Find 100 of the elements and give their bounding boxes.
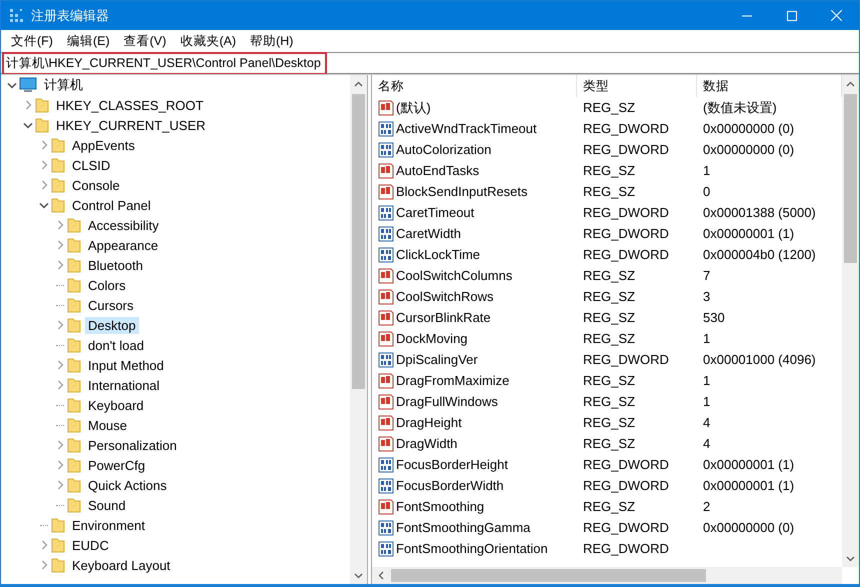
folder-icon [67, 257, 81, 273]
folder-icon [51, 177, 65, 193]
address-field[interactable]: 计算机\HKEY_CURRENT_USER\Control Panel\Desktop [1, 52, 859, 74]
expand-chevron-icon[interactable] [40, 140, 48, 150]
tree-item[interactable]: Desktop [85, 316, 139, 334]
expand-chevron-icon[interactable] [56, 260, 64, 270]
value-type: REG_SZ [583, 436, 636, 451]
tree-item[interactable]: Mouse [85, 416, 130, 434]
scroll-up-icon[interactable] [354, 80, 363, 86]
tree-item[interactable]: Input Method [85, 356, 167, 374]
string-value-icon [378, 498, 394, 514]
value-data: 0x00000001 (1) [703, 478, 794, 493]
value-name: CoolSwitchColumns [396, 268, 512, 283]
menu-item[interactable]: 帮助(H) [242, 31, 300, 51]
folder-icon [67, 217, 81, 233]
menu-item[interactable]: 编辑(E) [60, 31, 117, 51]
scroll-left-icon[interactable] [378, 571, 384, 580]
scrollbar[interactable] [842, 75, 859, 567]
value-name: DragFullWindows [396, 394, 498, 409]
tree-item[interactable]: 计算机 [41, 75, 86, 95]
tree-item[interactable]: CLSID [69, 156, 114, 174]
value-name: FocusBorderHeight [396, 457, 508, 472]
value-name: DpiScalingVer [396, 352, 478, 367]
value-data: 0 [703, 184, 710, 199]
tree-item[interactable]: Environment [69, 516, 148, 534]
tree-item[interactable]: Quick Actions [85, 476, 170, 494]
value-name: FocusBorderWidth [396, 478, 504, 493]
value-name: AutoColorization [396, 142, 492, 157]
value-type: REG_SZ [583, 499, 636, 514]
value-name: FontSmoothingGamma [396, 520, 530, 535]
value-data: 3 [703, 289, 710, 304]
tree-item[interactable]: PowerCfg [85, 456, 148, 474]
tree-item[interactable]: Colors [85, 276, 129, 294]
binary-value-icon [378, 246, 394, 262]
binary-value-icon [378, 478, 394, 494]
scroll-up-icon[interactable] [846, 80, 855, 86]
expand-chevron-icon[interactable] [40, 560, 48, 570]
folder-icon [51, 517, 65, 533]
value-data: 0x000004b0 (1200) [703, 247, 816, 262]
scrollbar[interactable] [350, 75, 367, 584]
tree-item[interactable]: International [85, 376, 163, 394]
folder-icon [51, 197, 65, 213]
scroll-down-icon[interactable] [846, 556, 855, 562]
maximize-icon [786, 10, 796, 20]
tree-item[interactable]: Appearance [85, 236, 162, 254]
tree-item[interactable]: don't load [85, 336, 147, 354]
expand-chevron-icon[interactable] [56, 220, 64, 230]
folder-icon [67, 437, 81, 453]
collapse-chevron-icon[interactable] [7, 82, 17, 88]
column-header[interactable]: 类型 [577, 75, 697, 97]
tree-item[interactable]: Sound [85, 496, 129, 514]
expand-chevron-icon[interactable] [24, 100, 32, 110]
menu-item[interactable]: 文件(F) [4, 31, 60, 51]
horizontal-scrollbar[interactable] [372, 567, 842, 584]
tree-item[interactable]: Control Panel [69, 196, 154, 214]
tree-item[interactable]: Bluetooth [85, 256, 146, 274]
scroll-down-icon[interactable] [354, 572, 363, 578]
menu-item[interactable]: 收藏夹(A) [173, 31, 243, 51]
tree-item[interactable]: EUDC [69, 536, 112, 554]
value-name: DragHeight [396, 415, 462, 430]
expand-chevron-icon[interactable] [40, 160, 48, 170]
value-type: REG_DWORD [583, 121, 669, 136]
binary-value-icon [378, 204, 394, 220]
value-type: REG_SZ [583, 289, 636, 304]
expand-chevron-icon[interactable] [40, 180, 48, 190]
value-type: REG_DWORD [583, 457, 669, 472]
expand-chevron-icon[interactable] [56, 380, 64, 390]
column-header[interactable]: 名称 [372, 75, 577, 97]
folder-icon [67, 237, 81, 253]
value-type: REG_DWORD [583, 205, 669, 220]
tree-item[interactable]: Accessibility [85, 216, 162, 234]
expand-chevron-icon[interactable] [40, 540, 48, 550]
value-type: REG_SZ [583, 373, 636, 388]
value-name: DragWidth [396, 436, 458, 451]
expand-chevron-icon[interactable] [56, 460, 64, 470]
string-value-icon [378, 310, 394, 326]
value-name: FontSmoothingOrientation [396, 541, 548, 556]
tree-item[interactable]: Console [69, 176, 123, 194]
expand-chevron-icon[interactable] [56, 240, 64, 250]
expand-chevron-icon[interactable] [56, 440, 64, 450]
collapse-chevron-icon[interactable] [39, 202, 49, 208]
tree-item[interactable]: Keyboard Layout [69, 556, 174, 574]
expand-chevron-icon[interactable] [56, 320, 64, 330]
tree-item[interactable]: HKEY_CLASSES_ROOT [53, 96, 206, 114]
folder-icon [67, 297, 81, 313]
tree-item[interactable]: Cursors [85, 296, 137, 314]
expand-chevron-icon[interactable] [56, 360, 64, 370]
value-data: 0x00000000 (0) [703, 142, 794, 157]
folder-icon [35, 97, 49, 113]
value-data: 0x00000001 (1) [703, 457, 794, 472]
value-data: 0x00000001 (1) [703, 226, 794, 241]
collapse-chevron-icon[interactable] [23, 122, 33, 128]
menu-item[interactable]: 查看(V) [116, 31, 174, 51]
string-value-icon [378, 162, 394, 178]
expand-chevron-icon[interactable] [56, 480, 64, 490]
tree-item[interactable]: Personalization [85, 436, 180, 454]
string-value-icon [378, 268, 394, 284]
tree-item[interactable]: HKEY_CURRENT_USER [53, 116, 209, 134]
tree-item[interactable]: Keyboard [85, 396, 147, 414]
tree-item[interactable]: AppEvents [69, 136, 138, 154]
